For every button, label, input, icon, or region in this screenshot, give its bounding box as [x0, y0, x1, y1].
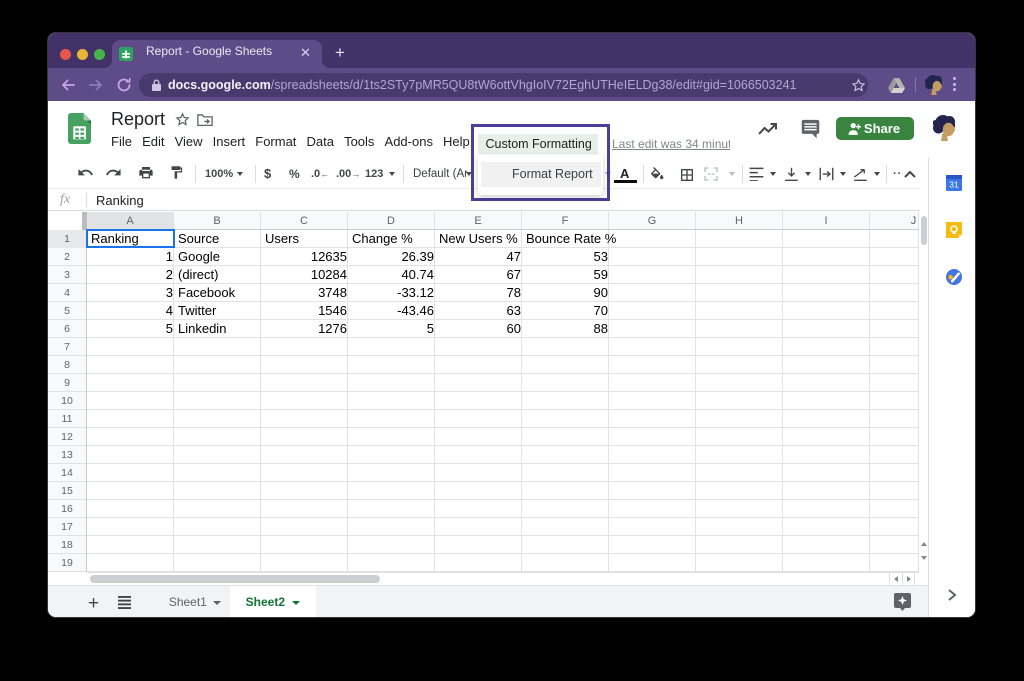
svg-text:31: 31: [949, 180, 959, 190]
